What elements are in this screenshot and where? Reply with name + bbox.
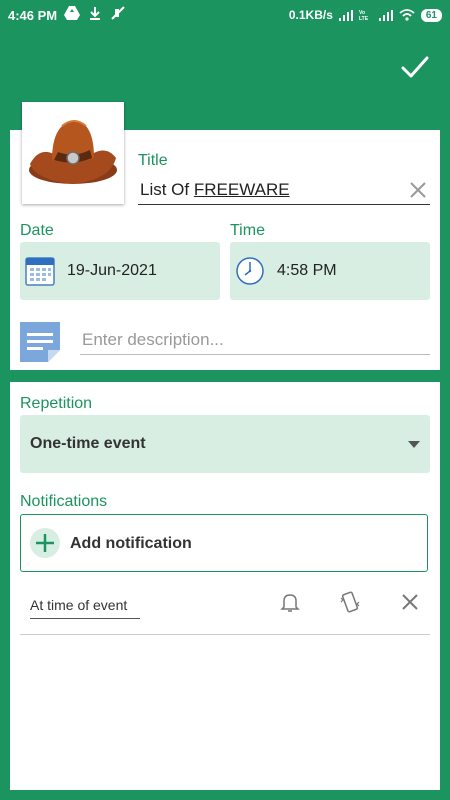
close-icon[interactable] [398, 590, 422, 614]
repetition-label: Repetition [20, 395, 93, 412]
clock-icon [236, 257, 264, 285]
repetition-value: One-time event [30, 435, 146, 452]
time-picker[interactable]: 4:58 PM [230, 242, 430, 300]
status-bar: 4:46 PM 0.1KB/s Vo LTE 61 [0, 0, 450, 30]
notification-timing-value: At time of event [30, 597, 128, 613]
notifications-label: Notifications [20, 493, 108, 510]
time-label: Time [230, 222, 265, 239]
date-picker[interactable]: 19-Jun-2021 [20, 242, 220, 300]
note-icon [20, 322, 60, 362]
status-time: 4:46 PM [8, 8, 58, 23]
clear-icon[interactable] [408, 180, 428, 200]
chevron-down-icon [408, 441, 420, 448]
date-label: Date [20, 222, 54, 239]
battery-icon: 61 [420, 8, 442, 22]
event-image[interactable] [22, 102, 124, 204]
svg-text:LTE: LTE [359, 16, 369, 21]
vibrate-icon[interactable] [338, 590, 362, 614]
time-value: 4:58 PM [277, 262, 337, 279]
cowboy-hat-icon [29, 120, 117, 184]
notification-item: At time of event [20, 578, 430, 635]
calendar-icon [25, 257, 55, 286]
add-notification-button[interactable]: Add notification [20, 514, 428, 572]
title-field[interactable]: List Of FREEWARE [138, 176, 430, 205]
description-input[interactable]: Enter description... [80, 326, 430, 355]
title-text: List Of FREEWARE [140, 180, 290, 199]
wifi-icon [399, 9, 415, 21]
checkmark-icon[interactable] [398, 50, 432, 84]
notification-timing-select[interactable]: At time of event [30, 592, 140, 619]
network-speed: 0.1KB/s [288, 8, 333, 22]
event-details-card: Title List Of FREEWARE Date Time 19-Jun-… [10, 102, 440, 370]
description-placeholder: Enter description... [82, 330, 224, 349]
repetition-select[interactable]: One-time event [20, 415, 430, 473]
repetition-notifications-card: Repetition One-time event Notifications … [10, 382, 440, 790]
drive-icon [64, 6, 80, 20]
signal-icon [378, 9, 393, 21]
mute-icon [111, 6, 125, 20]
signal-icon [338, 9, 353, 21]
title-label: Title [138, 152, 168, 169]
download-icon [90, 7, 100, 20]
plus-icon [30, 528, 60, 558]
bell-icon[interactable] [278, 590, 302, 614]
volte-icon: VoLTE [359, 10, 369, 21]
add-notification-label: Add notification [70, 535, 192, 552]
date-value: 19-Jun-2021 [67, 262, 157, 279]
